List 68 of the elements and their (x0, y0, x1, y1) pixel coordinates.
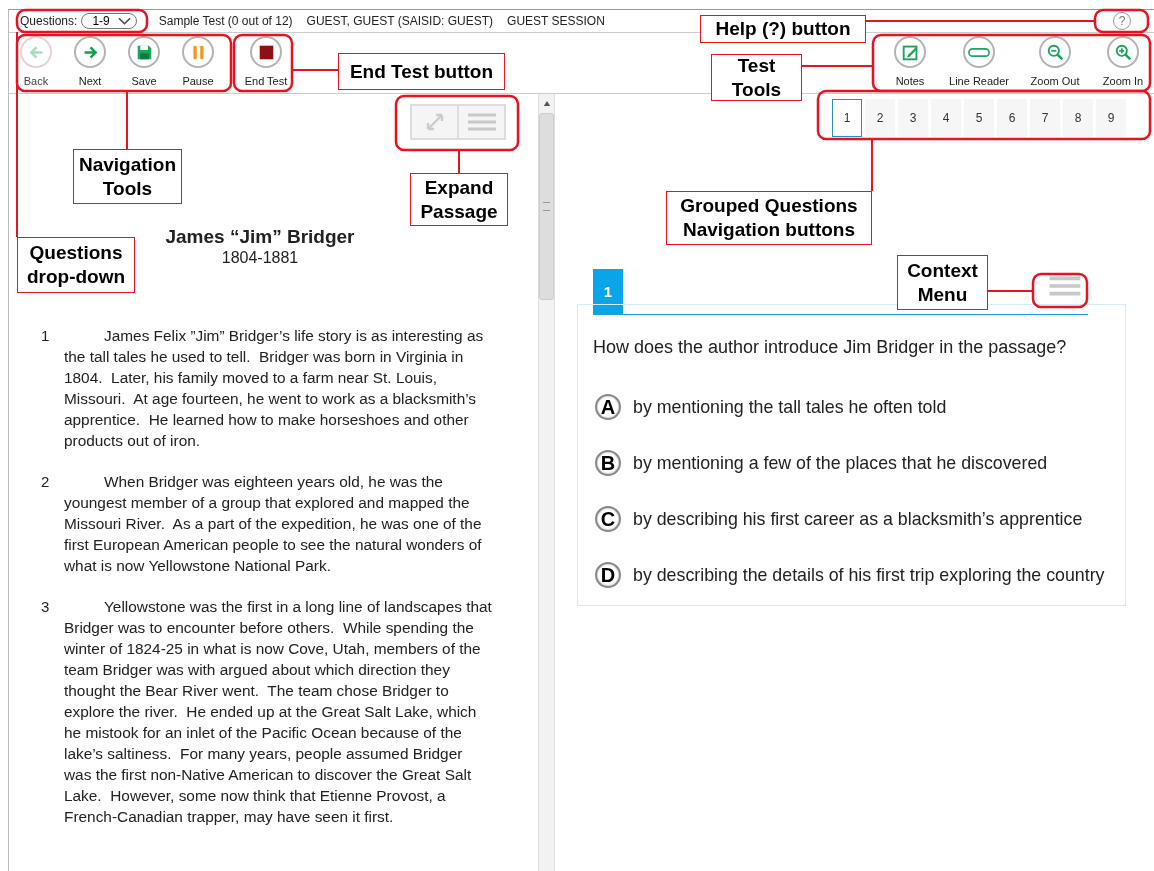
scrollbar-thumb[interactable] (539, 113, 554, 300)
questions-label: Questions: (20, 14, 78, 28)
callout-label: Test Tools (711, 54, 802, 101)
test-tool-button[interactable]: Zoom Out (1018, 33, 1092, 87)
question-number-button[interactable]: 3 (898, 99, 928, 137)
paragraph-number: 2 (41, 472, 51, 492)
chevron-icon (117, 17, 131, 25)
question-number-button[interactable]: 4 (931, 99, 961, 137)
question-number-button[interactable]: 7 (1030, 99, 1060, 137)
leader-line (987, 290, 1034, 292)
callout-label: Questions drop-down (17, 237, 135, 293)
test-tool-button[interactable]: Notes (880, 33, 940, 87)
nav-tool-button[interactable]: Pause (171, 33, 225, 87)
student-name: GUEST, GUEST (SAISID: GUEST) (306, 14, 494, 28)
nav-tool-button[interactable]: End Test (237, 33, 295, 87)
test-tool-button[interactable]: Zoom In (1092, 33, 1154, 87)
help-button[interactable]: ? (1113, 12, 1131, 30)
passage-paragraph: James Felix ”Jim” Bridger’s life story is as interesting as the tall tales he used to tell. Bridger was born in Virginia in 1804. Later, his family moved to a farm near St. Louis, Missouri. At age fourteen, he went to work as a blacksmith’s apprentice. He learned how to make horseshoes and other products out of iron. (64, 326, 485, 451)
highlight-outline (1031, 272, 1089, 309)
nav-tool-button[interactable]: Next (63, 33, 117, 87)
question-number-button[interactable]: 8 (1063, 99, 1093, 137)
passage-title: James “Jim” Bridger (165, 226, 355, 248)
callout-label: Navigation Tools (73, 149, 182, 204)
option-letter: B (595, 450, 621, 476)
question-number-button[interactable]: 5 (964, 99, 994, 137)
passage-paragraph: When Bridger was eighteen years old, he was the youngest member of a group that explored and mapped the Missouri River. As a part of the expedition, he was one of the first European American people to see the natural wonders of what is now Yellowstone National Park. (64, 472, 483, 576)
callout-label: Expand Passage (410, 173, 508, 226)
stop-icon (257, 43, 275, 61)
session-name: GUEST SESSION (507, 14, 605, 28)
question-number-button[interactable]: 1 (832, 99, 862, 137)
passage-dates: 1804-1881 (221, 249, 299, 267)
answer-option[interactable]: B by mentioning a few of the places that he discovered (595, 450, 1048, 476)
option-letter: D (595, 562, 621, 588)
question-prompt: How does the author introduce Jim Bridger in the passage? (593, 337, 1068, 358)
question-number-badge: 1 (593, 269, 623, 314)
zoom-in-icon (1114, 43, 1132, 61)
scroll-up-icon (542, 100, 551, 107)
question-number-button[interactable]: 2 (865, 99, 895, 137)
callout-label: Context Menu (897, 255, 988, 310)
paragraph-number: 3 (41, 597, 51, 617)
expand-button[interactable] (411, 105, 458, 139)
zoom-out-icon (1046, 43, 1064, 61)
question-number-button[interactable]: 6 (997, 99, 1027, 137)
menu-icon (466, 112, 497, 132)
option-letter: A (595, 394, 621, 420)
answer-option[interactable]: A by mentioning the tall tales he often told (595, 394, 947, 420)
leader-line (871, 138, 873, 192)
answer-option[interactable]: C by describing his first career as a blacksmith’s apprentice (595, 506, 1083, 532)
nav-tool-button[interactable]: Save (117, 33, 171, 87)
question-number-button[interactable]: 9 (1096, 99, 1126, 137)
answer-option[interactable]: D by describing the details of his first trip exploring the country (595, 562, 1105, 588)
option-letter: C (595, 506, 621, 532)
test-tool-button[interactable]: Line Reader (940, 33, 1018, 87)
questions-dropdown[interactable]: 1-9 (81, 13, 137, 29)
callout-label: Help (?) button (700, 15, 866, 43)
test-name: Sample Test (0 out of 12) (158, 14, 293, 28)
scrollbar[interactable] (538, 94, 555, 871)
leader-line (291, 69, 339, 71)
callout-label: Grouped Questions Navigation buttons (666, 191, 872, 245)
leader-line (458, 149, 460, 174)
menu-icon (1048, 275, 1082, 297)
menu-button[interactable] (458, 105, 505, 139)
paragraph-number: 1 (41, 326, 51, 346)
note-pencil-icon (901, 43, 919, 61)
callout-label: End Test button (338, 53, 505, 90)
passage-paragraph: Yellowstone was the first in a long line of landscapes that Bridger was to encounter before others. While spending the winter of 1824-25 in what is now Cove, Utah, members of the team Bridger was with argued about which direction they thought the Bear River went. The team chose Bridger to explore the river. He ended up at the Great Salt Lake, which he mistook for an inlet of the Pacific Ocean because of the lake’s saltiness. For many years, people assumed Bridger was the first non-Native American to discover the Great Salt Lake. However, some now think that Etienne Provost, a French-Canadian trapper, may have seen it first. (64, 597, 492, 827)
line-reader-icon (968, 46, 990, 58)
leader-line (126, 90, 128, 150)
